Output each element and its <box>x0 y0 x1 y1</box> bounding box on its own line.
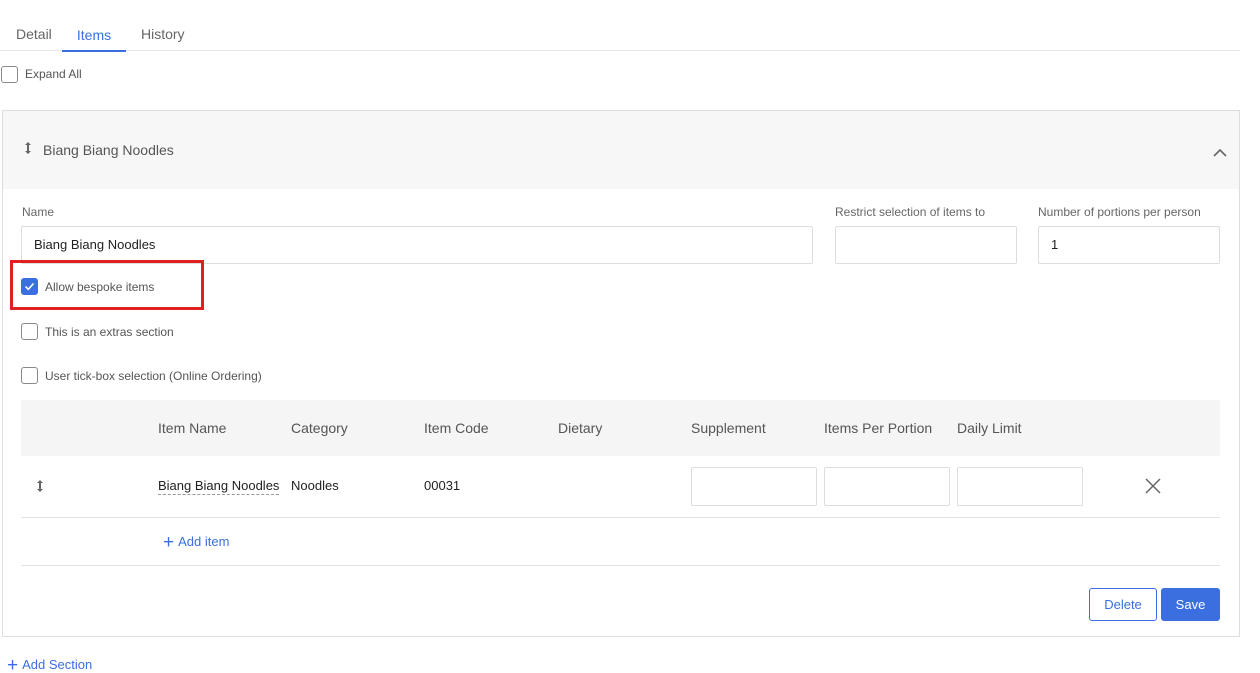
col-daily-limit: Daily Limit <box>957 420 1022 436</box>
tick-box-selection-label: User tick-box selection (Online Ordering… <box>45 369 262 383</box>
name-input[interactable]: Biang Biang Noodles <box>21 226 813 264</box>
restrict-selection-input[interactable] <box>835 226 1017 264</box>
chevron-up-icon[interactable] <box>1213 145 1227 160</box>
tick-box-selection-checkbox[interactable] <box>21 367 38 384</box>
col-supplement: Supplement <box>691 420 766 436</box>
portions-label: Number of portions per person <box>1038 205 1201 219</box>
highlight-box <box>10 260 204 310</box>
supplement-input[interactable] <box>691 467 817 506</box>
col-item-name: Item Name <box>158 420 227 436</box>
item-name-link[interactable]: Biang Biang Noodles <box>158 478 280 495</box>
add-section-label: Add Section <box>22 657 93 672</box>
section-header[interactable]: Biang Biang Noodles <box>3 111 1239 189</box>
restrict-selection-label: Restrict selection of items to <box>835 205 986 219</box>
tab-bar: Detail Items History <box>0 0 1240 52</box>
row-drag-handle-icon[interactable] <box>35 479 45 496</box>
delete-button[interactable]: Delete <box>1089 588 1157 621</box>
plus-icon: + <box>7 655 19 673</box>
name-label: Name <box>22 205 55 219</box>
tab-history[interactable]: History <box>141 26 185 42</box>
col-items-per-portion: Items Per Portion <box>824 420 933 436</box>
save-button[interactable]: Save <box>1161 588 1220 621</box>
divider <box>21 565 1220 566</box>
extras-section-checkbox[interactable] <box>21 323 38 340</box>
items-per-portion-input[interactable] <box>824 467 950 506</box>
drag-handle-icon[interactable] <box>23 141 33 158</box>
close-icon[interactable] <box>1145 478 1161 497</box>
item-code: 00031 <box>424 478 461 493</box>
add-item-button[interactable]: + Add item <box>163 532 229 554</box>
add-section-button[interactable]: + Add Section <box>7 655 92 673</box>
daily-limit-input[interactable] <box>957 467 1083 506</box>
table-row: Biang Biang Noodles Noodles 00031 <box>21 456 1220 518</box>
portions-input[interactable]: 1 <box>1038 226 1220 264</box>
items-table-header: Item Name Category Item Code Dietary Sup… <box>21 400 1220 456</box>
col-dietary: Dietary <box>558 420 603 436</box>
add-item-label: Add item <box>178 534 230 549</box>
item-category: Noodles <box>291 478 339 493</box>
col-category: Category <box>291 420 348 436</box>
expand-all-checkbox[interactable] <box>1 66 18 83</box>
section-title: Biang Biang Noodles <box>43 142 174 158</box>
tab-items[interactable]: Items <box>62 27 126 52</box>
expand-all-label: Expand All <box>25 67 82 81</box>
tab-detail[interactable]: Detail <box>16 26 52 42</box>
plus-icon: + <box>163 532 175 553</box>
extras-section-label: This is an extras section <box>45 325 174 339</box>
col-item-code: Item Code <box>424 420 489 436</box>
